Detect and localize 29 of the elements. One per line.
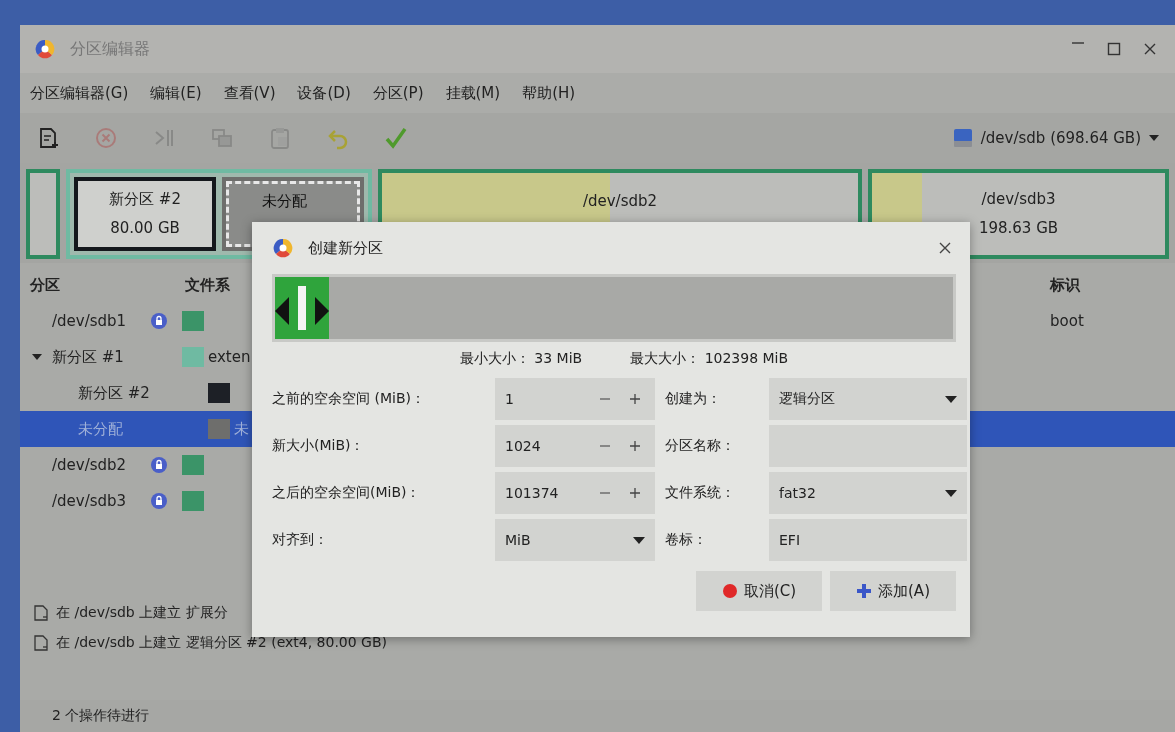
- status-text: 2 个操作待进行: [52, 707, 150, 725]
- size-limit-text: 最小大小： 33 MiB: [459, 350, 583, 368]
- partition-name: 未分配: [262, 190, 307, 212]
- window-title: 分区编辑器: [70, 38, 150, 60]
- partition-name: /dev/sdb3: [981, 189, 1056, 210]
- partition-size: 80.00 GB: [110, 218, 180, 239]
- field-label: 创建为：: [665, 390, 722, 408]
- partition-name: 新分区 #2: [78, 383, 150, 403]
- partition-name: /dev/sdb3: [52, 492, 127, 510]
- field-label: 对齐到：: [272, 531, 329, 549]
- filesystem-text: exten: [208, 348, 251, 366]
- size-limit-text: 最大大小： 102398 MiB: [630, 350, 789, 368]
- partition-size: 198.63 GB: [978, 218, 1059, 239]
- field-label: 新大小(MiB)：: [272, 437, 366, 455]
- field-label: 文件系统：: [665, 484, 736, 502]
- operation-text: 在 /dev/sdb 上建立 逻辑分区 #2 (ext4, 80.00 GB): [56, 634, 388, 652]
- partition-name: /dev/sdb2: [582, 190, 658, 212]
- partition-name: /dev/sdb2: [52, 456, 127, 474]
- operation-text: 在 /dev/sdb 上建立 扩展分: [56, 604, 228, 622]
- field-label: 分区名称：: [665, 437, 736, 455]
- flag-text: boot: [1050, 312, 1084, 330]
- filesystem-text: 未: [234, 419, 249, 438]
- field-label: 之后的空余空间(MiB)：: [272, 484, 422, 502]
- field-label: 卷标：: [665, 531, 708, 549]
- field-label: 之前的空余空间 (MiB)：: [272, 390, 426, 408]
- partition-name: /dev/sdb1: [52, 312, 127, 330]
- partition-name: 新分区 #1: [52, 347, 124, 367]
- partition-name: 新分区 #2: [109, 189, 181, 210]
- partition-name: 未分配: [78, 419, 123, 439]
